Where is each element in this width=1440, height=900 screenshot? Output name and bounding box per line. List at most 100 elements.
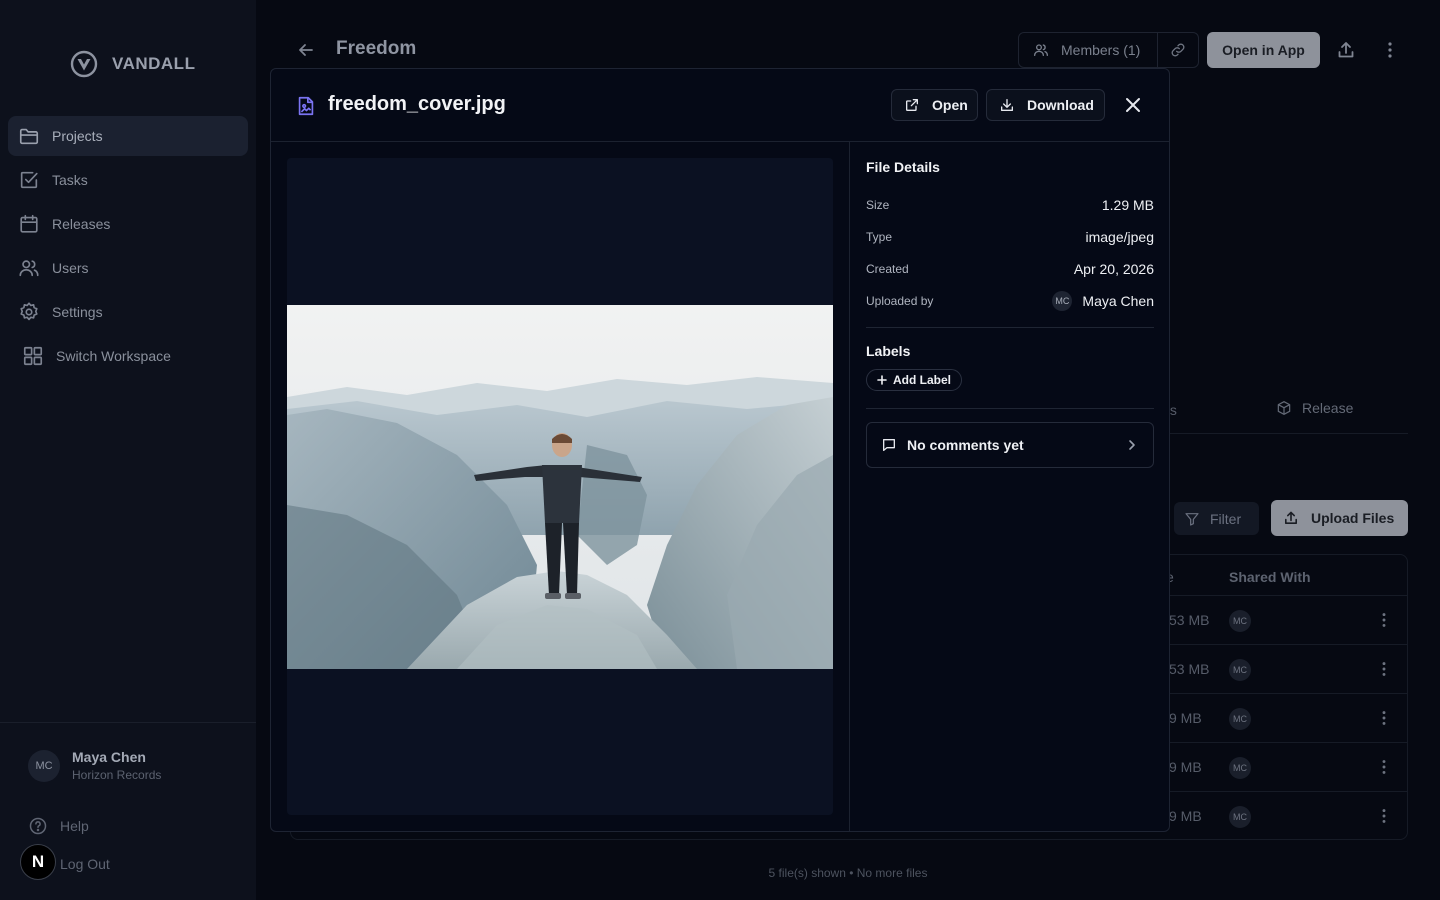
more-options-icon[interactable]: [1380, 40, 1400, 60]
sidebar-item-users[interactable]: Users: [8, 248, 248, 288]
sidebar-item-label: Users: [52, 260, 89, 276]
filter-button[interactable]: Filter: [1174, 502, 1259, 535]
chevron-right-icon: [1129, 440, 1135, 450]
sidebar-item-switch-workspace[interactable]: Switch Workspace: [8, 336, 248, 376]
file-preview-modal: freedom_cover.jpg Open Download File Det…: [270, 68, 1170, 832]
plus-icon: [877, 375, 887, 385]
cover-photo: [287, 305, 833, 669]
shared-avatar: MC: [1229, 708, 1251, 730]
close-icon[interactable]: [1123, 95, 1143, 115]
image-file-icon: [298, 96, 314, 116]
share-icon[interactable]: [1336, 40, 1356, 60]
help-icon: [29, 817, 47, 835]
shared-avatar: MC: [1229, 806, 1251, 828]
image-preview: [287, 158, 833, 815]
tab-release-label: Release: [1302, 400, 1354, 416]
sidebar-item-label: Projects: [52, 128, 103, 144]
link-icon: [1171, 43, 1185, 57]
sidebar: VANDALL Projects Tasks Releases Users Se…: [0, 0, 256, 900]
sidebar-item-label: Tasks: [52, 172, 88, 188]
file-size: 9 MB: [1169, 710, 1202, 726]
labels-title: Labels: [866, 343, 911, 359]
detail-label: Size: [866, 198, 890, 212]
copy-link-button[interactable]: [1157, 32, 1199, 68]
download-button[interactable]: Download: [986, 89, 1105, 121]
package-icon: [1277, 401, 1291, 415]
row-menu-icon[interactable]: [1375, 758, 1393, 776]
modal-divider: [849, 142, 850, 831]
add-label-button[interactable]: Add Label: [866, 369, 963, 391]
back-arrow-icon[interactable]: [296, 40, 316, 60]
detail-label: Uploaded by: [866, 294, 934, 308]
detail-value-created: Apr 20, 2026: [1073, 261, 1154, 277]
column-header-shared-with[interactable]: Shared With: [1229, 569, 1311, 585]
members-label: Members (1): [1061, 42, 1141, 58]
row-menu-icon[interactable]: [1375, 709, 1393, 727]
upload-files-button[interactable]: Upload Files: [1271, 500, 1408, 536]
gear-icon: [20, 302, 38, 321]
detail-row-size: Size 1.29 MB: [866, 189, 1154, 221]
add-label-text: Add Label: [893, 373, 952, 387]
sidebar-item-releases[interactable]: Releases: [8, 204, 248, 244]
grid-icon: [23, 346, 43, 366]
filter-label: Filter: [1210, 510, 1242, 527]
open-label: Open: [932, 97, 968, 113]
detail-row-type: Type image/jpeg: [866, 221, 1154, 253]
members-button[interactable]: Members (1): [1018, 32, 1158, 68]
row-menu-icon[interactable]: [1375, 611, 1393, 629]
sidebar-item-settings[interactable]: Settings: [8, 292, 248, 332]
detail-row-created: Created Apr 20, 2026: [866, 253, 1154, 285]
row-menu-icon[interactable]: [1375, 660, 1393, 678]
shared-avatar: MC: [1229, 610, 1251, 632]
file-details-panel: File Details Size 1.29 MB Type image/jpe…: [866, 159, 1154, 468]
shared-avatar: MC: [1229, 757, 1251, 779]
page-title: Freedom: [336, 38, 417, 59]
user-profile[interactable]: MC Maya Chen Horizon Records: [28, 749, 161, 782]
comment-icon: [883, 439, 895, 451]
file-size: 9 MB: [1169, 808, 1202, 824]
users-icon: [19, 260, 39, 277]
checkbox-icon: [20, 171, 38, 189]
detail-label: Type: [866, 230, 893, 244]
sidebar-nav: Projects Tasks Releases Users Settings S…: [8, 116, 248, 380]
file-size: 53 MB: [1169, 612, 1210, 628]
files-footer: 5 file(s) shown • No more files: [768, 866, 928, 880]
detail-row-uploader: Uploaded by MC Maya Chen: [866, 285, 1154, 317]
upload-icon: [1285, 511, 1297, 524]
brand-name: VANDALL: [112, 54, 196, 73]
dev-badge[interactable]: N: [20, 844, 56, 880]
folder-icon: [19, 128, 39, 145]
detail-label: Created: [866, 262, 909, 276]
brand[interactable]: VANDALL: [70, 50, 195, 78]
open-button[interactable]: Open: [891, 89, 978, 121]
vandall-logo-icon: [70, 50, 98, 78]
external-link-icon: [906, 99, 918, 111]
help-label: Help: [60, 818, 89, 834]
sidebar-item-label: Releases: [52, 216, 111, 232]
user-org: Horizon Records: [72, 768, 162, 782]
download-icon: [1001, 99, 1013, 111]
comments-toggle[interactable]: No comments yet: [866, 422, 1154, 468]
avatar: MC: [28, 749, 60, 782]
help-link[interactable]: Help: [28, 816, 89, 836]
detail-value-type: image/jpeg: [1085, 229, 1155, 245]
modal-header: freedom_cover.jpg Open Download: [271, 69, 1169, 142]
logout-link[interactable]: Log Out: [60, 856, 110, 872]
file-details-title: File Details: [866, 159, 940, 175]
row-menu-icon[interactable]: [1375, 807, 1393, 825]
sidebar-item-tasks[interactable]: Tasks: [8, 160, 248, 200]
detail-value-uploader: MC Maya Chen: [1052, 291, 1154, 311]
logout-label: Log Out: [60, 856, 110, 872]
uploader-name: Maya Chen: [1082, 293, 1154, 309]
shared-avatar: MC: [1229, 659, 1251, 681]
section-divider: [866, 408, 1154, 409]
download-label: Download: [1027, 97, 1094, 113]
sidebar-item-projects[interactable]: Projects: [8, 116, 248, 156]
open-in-app-button[interactable]: Open in App: [1207, 32, 1320, 68]
sidebar-item-label: Settings: [52, 304, 103, 320]
upload-label: Upload Files: [1311, 510, 1395, 526]
tab-release[interactable]: Release: [1276, 400, 1353, 416]
file-size: 9 MB: [1169, 759, 1202, 775]
file-size: 53 MB: [1169, 661, 1210, 677]
detail-value-size: 1.29 MB: [1101, 197, 1154, 213]
